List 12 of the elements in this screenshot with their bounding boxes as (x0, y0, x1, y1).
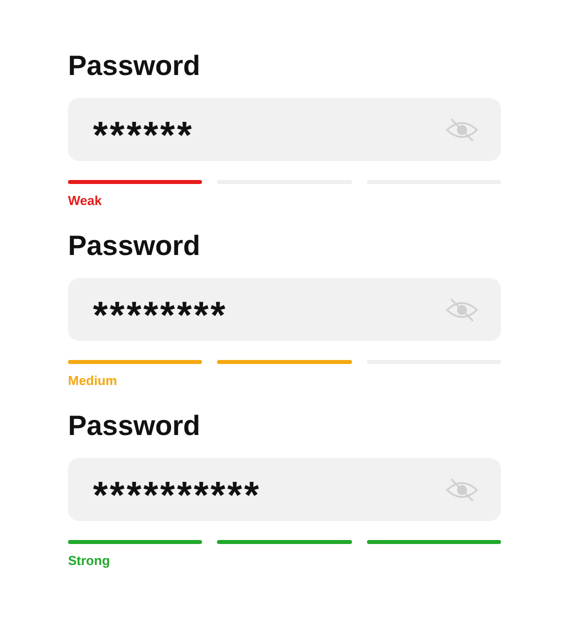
field-label: Password (68, 409, 202, 443)
password-field[interactable]: ******** (68, 278, 501, 341)
eye-slash-icon[interactable] (445, 296, 479, 322)
strength-label: Medium (68, 373, 118, 389)
password-field[interactable]: ****** (68, 98, 501, 161)
field-label: Password (68, 49, 202, 83)
strength-label: Weak (68, 193, 103, 209)
password-field[interactable]: ********** (68, 458, 501, 521)
strength-label: Strong (68, 553, 111, 569)
eye-slash-icon[interactable] (445, 116, 479, 142)
field-label: Password (68, 229, 202, 263)
eye-slash-icon[interactable] (445, 476, 479, 502)
